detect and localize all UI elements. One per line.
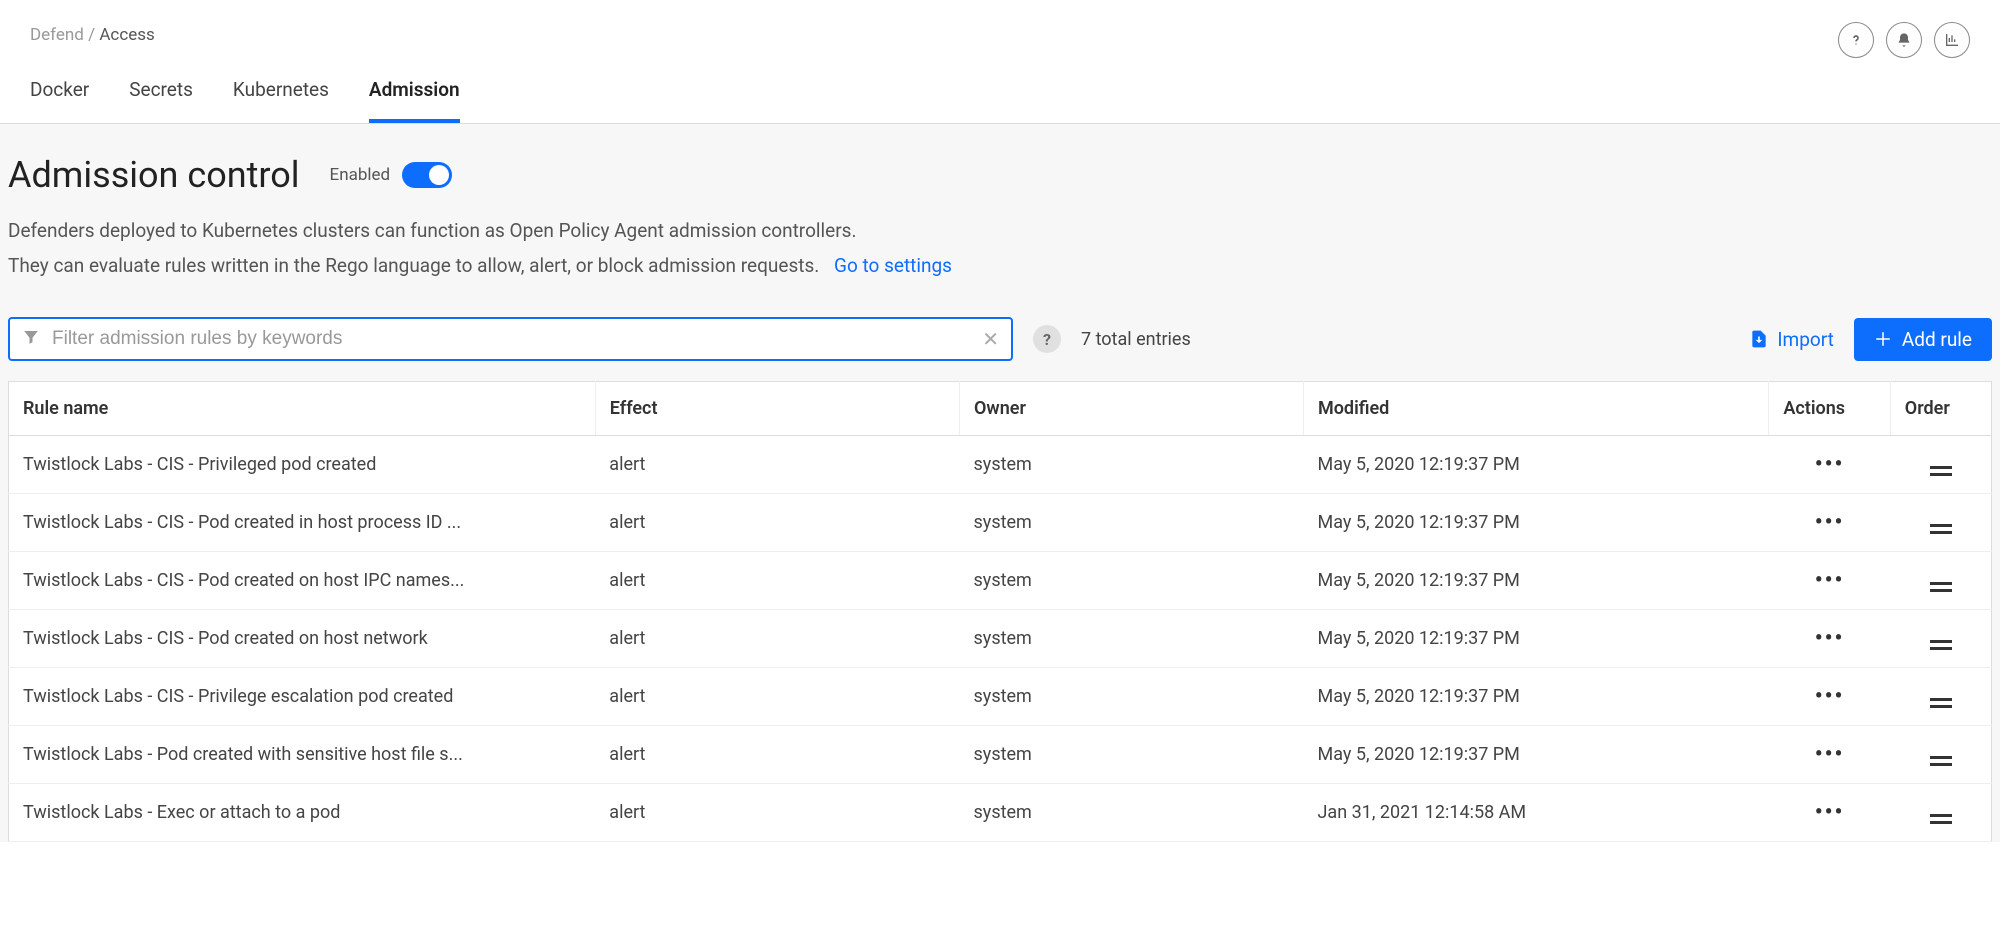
import-label: Import: [1777, 328, 1833, 351]
import-button[interactable]: Import: [1749, 328, 1833, 351]
cell-effect: alert: [595, 494, 959, 552]
cell-effect: alert: [595, 784, 959, 842]
col-header-order: Order: [1890, 382, 1991, 436]
drag-handle-icon[interactable]: [1930, 524, 1952, 534]
drag-handle-icon[interactable]: [1930, 640, 1952, 650]
filter-box[interactable]: ✕: [8, 317, 1013, 361]
entries-count: 7 total entries: [1081, 329, 1191, 350]
cell-name: Twistlock Labs - CIS - Pod created on ho…: [9, 610, 596, 668]
cell-owner: system: [960, 784, 1304, 842]
add-rule-button[interactable]: Add rule: [1854, 318, 1992, 361]
cell-name: Twistlock Labs - CIS - Pod created in ho…: [9, 494, 596, 552]
plus-icon: [1874, 330, 1892, 348]
table-row[interactable]: Twistlock Labs - Pod created with sensit…: [9, 726, 1992, 784]
drag-handle-icon[interactable]: [1930, 698, 1952, 708]
breadcrumb-parent[interactable]: Defend: [30, 25, 84, 45]
filter-input[interactable]: [52, 328, 982, 350]
page-title: Admission control: [8, 154, 300, 196]
settings-link[interactable]: Go to settings: [834, 254, 952, 277]
add-rule-label: Add rule: [1902, 328, 1972, 351]
filter-help-icon[interactable]: ?: [1033, 325, 1061, 353]
cell-owner: system: [960, 668, 1304, 726]
tab-admission[interactable]: Admission: [369, 78, 460, 123]
breadcrumb: Defend / Access: [30, 25, 155, 45]
import-icon: [1749, 329, 1769, 349]
bell-icon[interactable]: [1886, 22, 1922, 58]
tab-kubernetes[interactable]: Kubernetes: [233, 78, 329, 123]
drag-handle-icon[interactable]: [1930, 756, 1952, 766]
description-line-1: Defenders deployed to Kubernetes cluster…: [8, 216, 1992, 246]
table-row[interactable]: Twistlock Labs - CIS - Pod created in ho…: [9, 494, 1992, 552]
table-row[interactable]: Twistlock Labs - Exec or attach to a pod…: [9, 784, 1992, 842]
col-header-actions: Actions: [1769, 382, 1890, 436]
cell-name: Twistlock Labs - Pod created with sensit…: [9, 726, 596, 784]
table-row[interactable]: Twistlock Labs - CIS - Pod created on ho…: [9, 610, 1992, 668]
cell-name: Twistlock Labs - CIS - Privilege escalat…: [9, 668, 596, 726]
cell-name: Twistlock Labs - CIS - Privileged pod cr…: [9, 436, 596, 494]
rules-table: Rule name Effect Owner Modified Actions …: [8, 381, 1992, 842]
tabs: Docker Secrets Kubernetes Admission: [0, 58, 2000, 124]
actions-menu-icon[interactable]: •••: [1815, 742, 1845, 767]
table-row[interactable]: Twistlock Labs - CIS - Privilege escalat…: [9, 668, 1992, 726]
cell-modified: May 5, 2020 12:19:37 PM: [1304, 494, 1769, 552]
tab-secrets[interactable]: Secrets: [129, 78, 193, 123]
actions-menu-icon[interactable]: •••: [1815, 510, 1845, 535]
description-line-2: They can evaluate rules written in the R…: [8, 254, 819, 277]
drag-handle-icon[interactable]: [1930, 466, 1952, 476]
col-header-modified[interactable]: Modified: [1304, 382, 1769, 436]
cell-modified: May 5, 2020 12:19:37 PM: [1304, 668, 1769, 726]
table-row[interactable]: Twistlock Labs - CIS - Privileged pod cr…: [9, 436, 1992, 494]
drag-handle-icon[interactable]: [1930, 582, 1952, 592]
actions-menu-icon[interactable]: •••: [1815, 800, 1845, 825]
col-header-effect[interactable]: Effect: [595, 382, 959, 436]
col-header-name[interactable]: Rule name: [9, 382, 596, 436]
cell-name: Twistlock Labs - Exec or attach to a pod: [9, 784, 596, 842]
tab-docker[interactable]: Docker: [30, 78, 89, 123]
help-icon[interactable]: [1838, 22, 1874, 58]
chart-icon[interactable]: [1934, 22, 1970, 58]
cell-modified: May 5, 2020 12:19:37 PM: [1304, 726, 1769, 784]
actions-menu-icon[interactable]: •••: [1815, 452, 1845, 477]
cell-effect: alert: [595, 436, 959, 494]
cell-owner: system: [960, 552, 1304, 610]
cell-modified: May 5, 2020 12:19:37 PM: [1304, 552, 1769, 610]
toggle-label: Enabled: [330, 165, 391, 185]
table-row[interactable]: Twistlock Labs - CIS - Pod created on ho…: [9, 552, 1992, 610]
cell-owner: system: [960, 726, 1304, 784]
cell-effect: alert: [595, 610, 959, 668]
cell-modified: Jan 31, 2021 12:14:58 AM: [1304, 784, 1769, 842]
cell-name: Twistlock Labs - CIS - Pod created on ho…: [9, 552, 596, 610]
actions-menu-icon[interactable]: •••: [1815, 684, 1845, 709]
cell-modified: May 5, 2020 12:19:37 PM: [1304, 436, 1769, 494]
col-header-owner[interactable]: Owner: [960, 382, 1304, 436]
actions-menu-icon[interactable]: •••: [1815, 568, 1845, 593]
cell-owner: system: [960, 610, 1304, 668]
clear-icon[interactable]: ✕: [982, 327, 999, 351]
cell-effect: alert: [595, 552, 959, 610]
enabled-toggle[interactable]: [402, 162, 452, 188]
cell-owner: system: [960, 436, 1304, 494]
breadcrumb-sep: /: [84, 25, 99, 45]
breadcrumb-current: Access: [99, 25, 154, 45]
cell-effect: alert: [595, 668, 959, 726]
drag-handle-icon[interactable]: [1930, 814, 1952, 824]
cell-effect: alert: [595, 726, 959, 784]
filter-icon: [22, 328, 40, 350]
cell-owner: system: [960, 494, 1304, 552]
toggle-knob: [429, 165, 449, 185]
actions-menu-icon[interactable]: •••: [1815, 626, 1845, 651]
cell-modified: May 5, 2020 12:19:37 PM: [1304, 610, 1769, 668]
